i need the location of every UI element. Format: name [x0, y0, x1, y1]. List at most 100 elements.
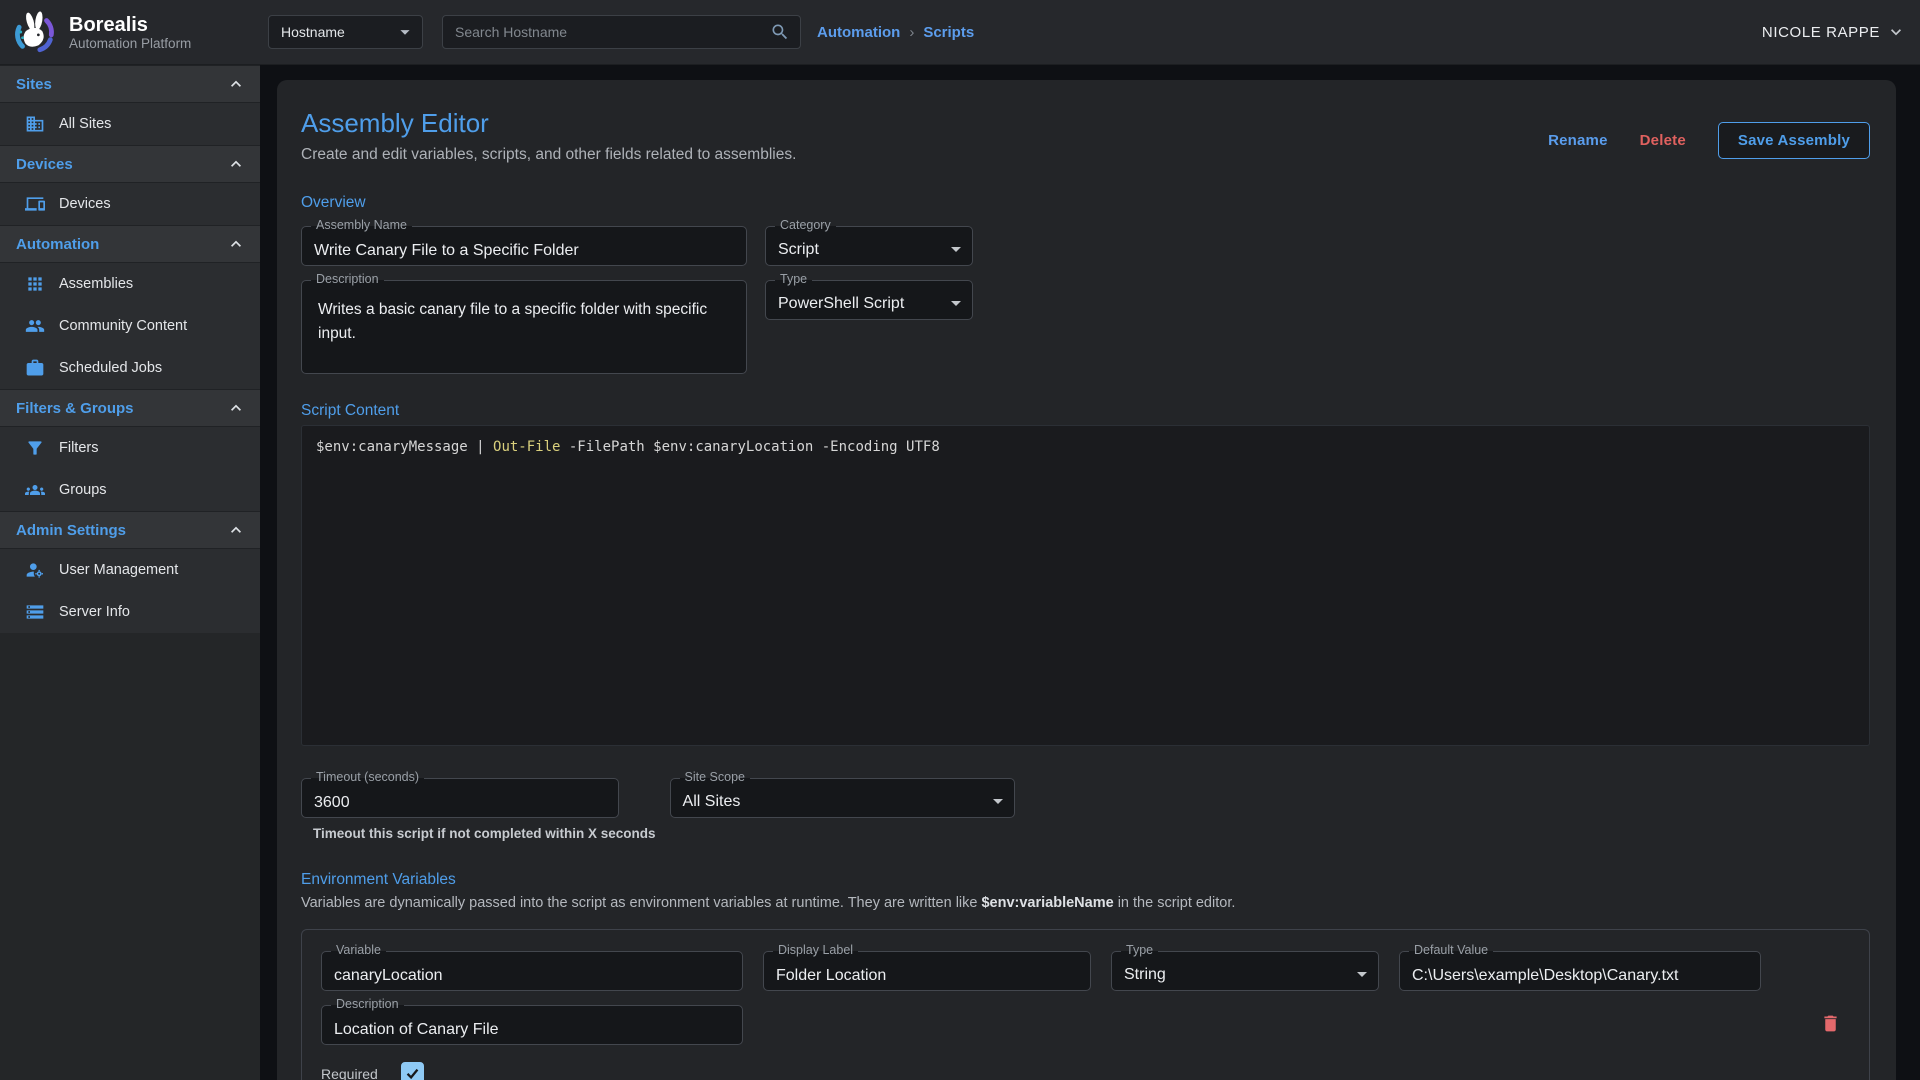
env-desc-text: Variables are dynamically passed into th… — [301, 895, 981, 911]
chevron-up-icon — [226, 74, 246, 94]
section-label: Automation — [16, 236, 99, 253]
category-value: Script — [766, 233, 944, 259]
chevron-down-icon — [986, 789, 1010, 813]
variable-description-field: Description — [321, 1005, 743, 1045]
brand-name: Borealis — [69, 14, 191, 36]
sidebar-section-sites[interactable]: Sites — [0, 65, 260, 103]
chevron-up-icon — [226, 520, 246, 540]
variable-type-select[interactable]: Type String — [1111, 951, 1379, 991]
people-icon — [25, 316, 45, 336]
sidebar-section-devices[interactable]: Devices — [0, 145, 260, 183]
page-subtitle: Create and edit variables, scripts, and … — [301, 146, 796, 164]
sidebar-item-filters[interactable]: Filters — [0, 427, 260, 469]
script-code-editor[interactable]: $env:canaryMessage | Out-File -FilePath … — [301, 425, 1870, 746]
chevron-down-icon — [394, 21, 416, 43]
site-scope-label: Site Scope — [680, 770, 750, 785]
variable-type-label: Type — [1121, 943, 1158, 958]
sidebar-item-label: Assemblies — [59, 276, 133, 292]
user-menu[interactable]: NICOLE RAPPE — [1762, 22, 1906, 42]
main-content: Assembly Editor Create and edit variable… — [260, 65, 1920, 1080]
page-title: Assembly Editor — [301, 108, 796, 139]
script-content-heading: Script Content — [301, 402, 1870, 420]
sidebar-item-community-content[interactable]: Community Content — [0, 305, 260, 347]
rabbit-gear-logo — [12, 9, 58, 55]
hostname-select-value: Hostname — [281, 24, 345, 40]
chevron-up-icon — [226, 398, 246, 418]
sidebar-item-label: User Management — [59, 562, 178, 578]
code-text: $env:canaryMessage | — [316, 439, 493, 455]
variable-label: Variable — [331, 943, 386, 958]
timeout-helper-text: Timeout this script if not completed wit… — [313, 826, 656, 841]
code-text: -FilePath $env:canaryLocation -Encoding … — [560, 439, 939, 455]
save-assembly-button[interactable]: Save Assembly — [1718, 122, 1870, 159]
description-field: Description Writes a basic canary file t… — [301, 280, 747, 374]
env-desc-text: in the script editor. — [1114, 895, 1236, 911]
display-label-label: Display Label — [773, 943, 858, 958]
funnel-icon — [25, 438, 45, 458]
chevron-down-icon — [944, 237, 968, 261]
sidebar-item-user-management[interactable]: User Management — [0, 549, 260, 591]
section-label: Devices — [16, 156, 73, 173]
search-input[interactable] — [455, 24, 770, 40]
description-textarea[interactable]: Writes a basic canary file to a specific… — [302, 281, 746, 373]
type-select[interactable]: Type PowerShell Script — [765, 280, 973, 320]
breadcrumb-scripts[interactable]: Scripts — [923, 24, 974, 41]
sidebar-item-groups[interactable]: Groups — [0, 469, 260, 511]
type-label: Type — [775, 272, 812, 287]
building-icon — [25, 114, 45, 134]
default-value-label: Default Value — [1409, 943, 1493, 958]
brand: Borealis Automation Platform — [0, 9, 260, 55]
timeout-label: Timeout (seconds) — [311, 770, 424, 785]
sidebar-item-devices[interactable]: Devices — [0, 183, 260, 225]
editor-actions: Rename Delete Save Assembly — [1548, 122, 1870, 159]
sidebar: Sites All Sites Devices Devices Automati… — [0, 65, 260, 1080]
assembly-editor-card: Assembly Editor Create and edit variable… — [277, 80, 1896, 1080]
groups-icon — [25, 480, 45, 500]
category-select[interactable]: Category Script — [765, 226, 973, 266]
sidebar-section-filters-groups[interactable]: Filters & Groups — [0, 389, 260, 427]
chevron-down-icon — [1886, 22, 1906, 42]
user-name: NICOLE RAPPE — [1762, 24, 1880, 41]
search-icon — [770, 22, 790, 42]
chevron-down-icon — [1350, 962, 1374, 986]
sidebar-item-assemblies[interactable]: Assemblies — [0, 263, 260, 305]
delete-variable-button[interactable] — [1818, 1011, 1843, 1039]
type-value: PowerShell Script — [766, 287, 944, 313]
default-value-field: Default Value — [1399, 951, 1761, 991]
sidebar-item-all-sites[interactable]: All Sites — [0, 103, 260, 145]
sidebar-item-label: Scheduled Jobs — [59, 360, 162, 376]
trash-icon — [1820, 1013, 1841, 1034]
variable-type-value: String — [1112, 958, 1350, 984]
chevron-up-icon — [226, 234, 246, 254]
topbar: Borealis Automation Platform Hostname Au… — [0, 0, 1920, 65]
hostname-select[interactable]: Hostname — [268, 15, 423, 49]
variable-field: Variable — [321, 951, 743, 991]
sidebar-item-label: Devices — [59, 196, 111, 212]
required-checkbox[interactable] — [401, 1062, 424, 1080]
chevron-up-icon — [226, 154, 246, 174]
timeout-field: Timeout (seconds) — [301, 778, 619, 818]
section-label: Sites — [16, 76, 52, 93]
devices-icon — [25, 194, 45, 214]
chevron-down-icon — [944, 291, 968, 315]
sidebar-item-server-info[interactable]: Server Info — [0, 591, 260, 633]
env-vars-description: Variables are dynamically passed into th… — [301, 895, 1870, 911]
rename-button[interactable]: Rename — [1548, 132, 1608, 149]
code-cmdlet: Out-File — [493, 439, 560, 455]
category-label: Category — [775, 218, 836, 233]
sidebar-section-automation[interactable]: Automation — [0, 225, 260, 263]
breadcrumb-automation[interactable]: Automation — [817, 24, 900, 41]
search-box[interactable] — [442, 15, 801, 49]
server-icon — [25, 602, 45, 622]
sidebar-item-label: All Sites — [59, 116, 111, 132]
display-label-field: Display Label — [763, 951, 1091, 991]
delete-button[interactable]: Delete — [1640, 132, 1686, 149]
sidebar-item-scheduled-jobs[interactable]: Scheduled Jobs — [0, 347, 260, 389]
env-vars-heading: Environment Variables — [301, 871, 1870, 889]
apps-grid-icon — [25, 274, 45, 294]
required-label: Required — [321, 1066, 378, 1080]
section-label: Admin Settings — [16, 522, 126, 539]
site-scope-select[interactable]: Site Scope All Sites — [670, 778, 1015, 818]
sidebar-section-admin-settings[interactable]: Admin Settings — [0, 511, 260, 549]
assembly-name-label: Assembly Name — [311, 218, 412, 233]
